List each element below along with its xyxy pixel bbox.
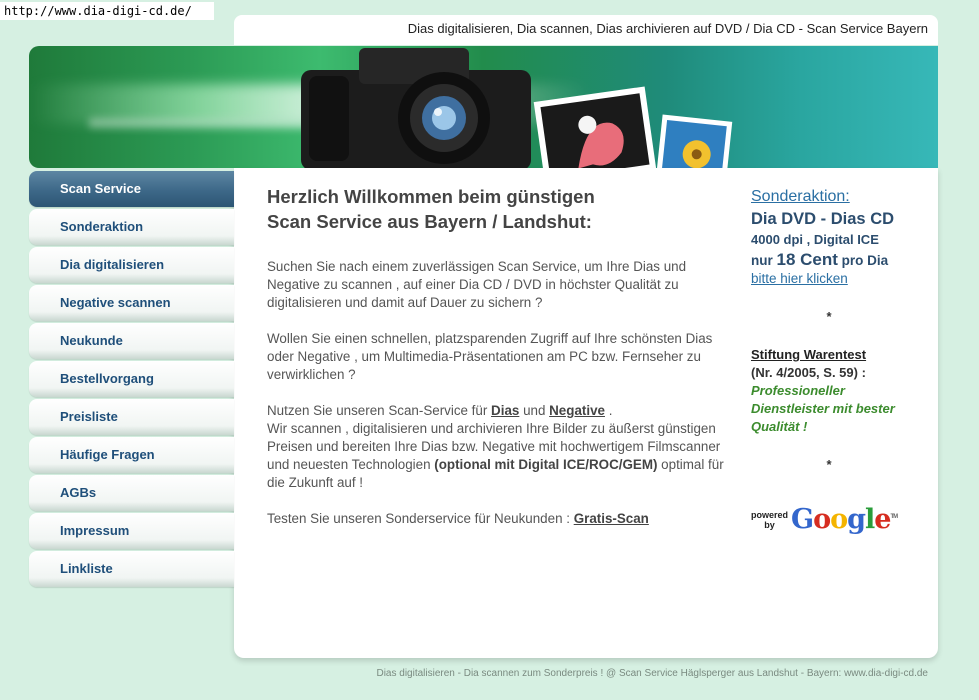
dvd-offer: Dia DVD - Dias CD [751,210,895,228]
powered-by-label: powered by [751,510,789,530]
google-letter: g [847,504,866,535]
test-paragraph: Testen Sie unseren Sonderservice für Neu… [267,511,649,526]
offer-click-link[interactable]: bitte hier klicken [751,271,848,286]
warentest-reference: (Nr. 4/2005, S. 59) : [751,365,866,380]
site-tagline: Dias digitalisieren, Dia scannen, Dias a… [234,15,938,45]
sidebar-item-sonderaktion[interactable]: Sonderaktion [29,209,234,245]
separator-star: * [826,457,832,472]
google-letter: G [791,504,814,535]
sidebar-item-agbs[interactable]: AGBs [29,475,234,511]
google-wordmark: GoogleTM [791,504,898,535]
separator-star: * [826,309,832,324]
sonderaktion-link[interactable]: Sonderaktion: [751,188,926,206]
gratis-scan-link[interactable]: Gratis-Scan [574,511,649,526]
service-paragraph: Nutzen Sie unseren Scan-Service für Dias… [267,403,724,490]
header-banner [29,46,938,168]
footer-text: Dias digitalisieren - Dia scannen zum So… [376,668,928,679]
sidebar-item-impressum[interactable]: Impressum [29,513,234,549]
sidebar-item-scan-service[interactable]: Scan Service [29,171,234,207]
sidebar-nav: Scan Service Sonderaktion Dia digitalisier… [29,171,234,589]
camera-photos-illustration [301,48,733,168]
main-content: Herzlich Willkommen beim günstigen Scan … [267,184,727,546]
welcome-heading: Herzlich Willkommen beim günstigen Scan … [267,186,595,232]
sidebar-item-bestellvorgang[interactable]: Bestellvorgang [29,361,234,397]
google-letter: o [830,504,848,535]
trademark-mark: TM [890,514,898,520]
google-letter: o [813,504,831,535]
dias-link[interactable]: Dias [491,403,519,418]
price-info: nur 18 Cent pro Dia [751,250,889,269]
access-paragraph: Wollen Sie einen schnellen, platzsparend… [267,331,713,382]
sidebar-item-linkliste[interactable]: Linkliste [29,551,234,587]
sidebar-item-preisliste[interactable]: Preisliste [29,399,234,435]
dpi-info: 4000 dpi , Digital ICE [751,232,879,247]
intro-paragraph: Suchen Sie nach einem zuverlässigen Scan… [267,259,687,310]
sidebar-item-dia-digitalisieren[interactable]: Dia digitalisieren [29,247,234,283]
promo-sidebar: Sonderaktion: Dia DVD - Dias CD 4000 dpi… [751,188,926,494]
google-letter: l [864,504,875,535]
google-letter: e [874,504,891,535]
google-logo[interactable]: powered by GoogleTM [751,504,898,540]
url-text: http://www.dia-digi-cd.de/ [0,2,214,20]
warentest-title: Stiftung Warentest [751,347,867,362]
sidebar-item-häufige-fragen[interactable]: Häufige Fragen [29,437,234,473]
sidebar-item-neukunde[interactable]: Neukunde [29,323,234,359]
negative-link[interactable]: Negative [549,403,605,418]
warentest-quote: Professioneller Dienstleister mit bester… [751,383,895,434]
sidebar-item-negative-scannen[interactable]: Negative scannen [29,285,234,321]
